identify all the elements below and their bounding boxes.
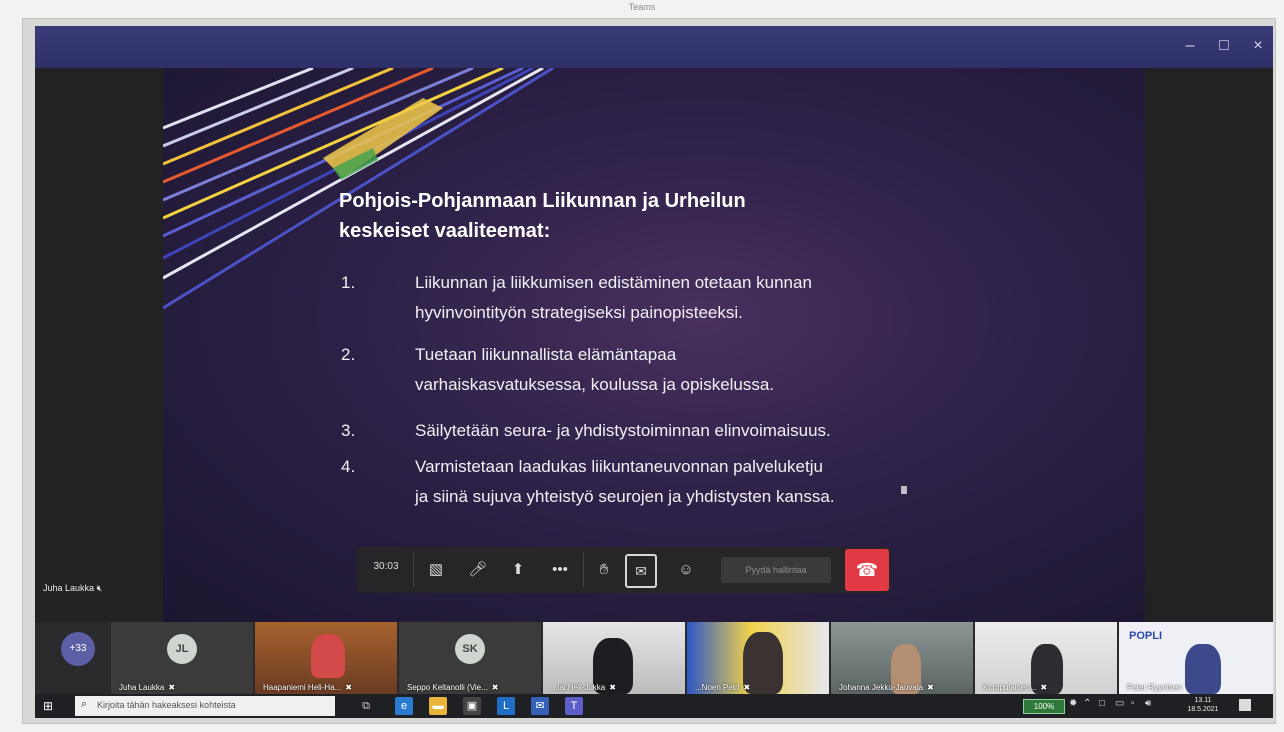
edge-icon[interactable]: e: [395, 697, 413, 715]
participant-name: Kumpulainen...: [983, 683, 1037, 692]
participant-name: Johanna Jekku-Jauvala: [839, 683, 924, 692]
presentation-slide: Pohjois-Pohjanmaan Liikunnan ja Urheilun…: [163, 68, 1145, 622]
mic-off-icon: ✖: [168, 683, 176, 692]
mic-off-icon: ✖: [609, 683, 616, 692]
call-timer: 30:03: [373, 561, 399, 572]
task-view-icon[interactable]: ⧉: [357, 697, 375, 715]
wifi-icon[interactable]: ✹: [1069, 698, 1077, 709]
item-number: 2.: [341, 345, 356, 364]
mic-off-icon: ✖: [345, 683, 352, 692]
participant-name: Juha Laukka: [119, 683, 165, 692]
title-bar: – □ ×: [35, 26, 1273, 68]
slide-title: Pohjois-Pohjanmaan Liikunnan ja Urheilun…: [339, 186, 939, 246]
photo-caption: Teams: [628, 2, 656, 12]
mouse-cursor: [901, 486, 907, 494]
presenter-name: Juha Laukka 🔇︎: [43, 583, 103, 593]
item-number: 1.: [341, 273, 356, 292]
item-line-1: Säilytetään seura- ja yhdistystoiminnan …: [415, 421, 831, 440]
minimize-button[interactable]: –: [1177, 34, 1203, 58]
request-control-button[interactable]: Pyydä hallintaa: [721, 557, 831, 583]
battery-indicator[interactable]: 100%: [1023, 699, 1065, 714]
slide-title-line-2: keskeiset vaaliteemat:: [339, 220, 551, 242]
more-participants-badge[interactable]: +33: [61, 632, 95, 666]
avatar: JL: [167, 634, 197, 664]
meeting-controls: 30:03 ▧ 🎤︎ ⬆ ••• ✋︎ ✉ ☺ Pyydä hallintaa …: [357, 547, 891, 593]
avatar: SK: [455, 634, 485, 664]
teams-icon[interactable]: T: [565, 697, 583, 715]
item-number: 3.: [341, 421, 356, 440]
item-line-1: Liikunnan ja liikkumisen edistäminen ote…: [415, 273, 812, 292]
teams-window: – □ × Pohjois-Pohjanmaan Liikunnan ja Ur…: [35, 26, 1273, 718]
participant-name: Haapaniemi Heli-Ha...: [263, 683, 342, 692]
participants-strip: +33 JL Juha Laukka ✖ Haapaniemi Heli-Ha..…: [35, 622, 1273, 694]
mic-off-icon: ✖: [491, 683, 499, 692]
participant-tile[interactable]: JL Juha Laukka ✖: [111, 622, 253, 694]
more-actions-button[interactable]: •••: [545, 555, 575, 585]
mic-off-icon: ✖: [743, 683, 751, 692]
participant-name: ...Noen Petri: [695, 683, 740, 692]
chevron-up-icon[interactable]: ⌃: [1083, 698, 1091, 709]
network-icon[interactable]: □: [1099, 698, 1105, 709]
raise-hand-button[interactable]: ✋︎: [589, 555, 619, 585]
item-line-2: ja siinä sujuva yhteistyö seurojen ja yh…: [415, 487, 835, 506]
mic-off-icon: ✖: [927, 683, 934, 692]
taskbar-clock[interactable]: 13.11 18.5.2021: [1183, 696, 1223, 714]
search-icon: ⌕: [81, 698, 88, 710]
display-icon[interactable]: ▫: [1131, 698, 1135, 709]
slide-title-line-1: Pohjois-Pohjanmaan Liikunnan ja Urheilun: [339, 190, 746, 212]
participant-name: Peter Ryyninen: [1127, 683, 1182, 692]
participants-button[interactable]: ☺: [671, 555, 701, 585]
mic-off-icon: 🔇︎: [96, 583, 103, 593]
windows-taskbar: ⊞ ⌕ Kirjoita tähän hakeaksesi kohteista …: [35, 694, 1273, 718]
search-placeholder: Kirjoita tähän hakeaksesi kohteista: [97, 700, 236, 710]
monitor-icon[interactable]: ▭: [1115, 698, 1124, 709]
share-screen-button[interactable]: ⬆: [503, 555, 533, 585]
item-line-1: Tuetaan liikunnallista elämäntapaa: [415, 345, 677, 364]
mail-icon[interactable]: ✉: [531, 697, 549, 715]
participant-tile[interactable]: Haapaniemi Heli-Ha... ✖: [255, 622, 397, 694]
clock-date: 18.5.2021: [1187, 706, 1219, 713]
participant-tile[interactable]: SK Seppo Keltanolli (Vie... ✖: [399, 622, 541, 694]
taskbar-search[interactable]: ⌕ Kirjoita tähän hakeaksesi kohteista: [75, 696, 335, 716]
volume-icon[interactable]: 🔊︎: [1145, 698, 1151, 709]
item-line-2: hyvinvointityön strategiseksi painopiste…: [415, 303, 743, 322]
participant-tile[interactable]: ...Noen Petri ✖: [687, 622, 829, 694]
clock-time: 13.11: [1194, 697, 1212, 704]
notifications-icon[interactable]: [1239, 699, 1251, 711]
participant-tile[interactable]: POPLI Peter Ryyninen: [1119, 622, 1273, 694]
store-icon[interactable]: ▣: [463, 697, 481, 715]
file-explorer-icon[interactable]: ▬: [429, 697, 447, 715]
toolbar-divider: [413, 553, 414, 587]
item-line-1: Varmistetaan laadukas liikuntaneuvonnan …: [415, 457, 823, 476]
participant-tile[interactable]: Kumpulainen... ✖: [975, 622, 1117, 694]
participant-name: ...ial Heli-Jukka: [551, 683, 606, 692]
participant-video: [1185, 644, 1221, 694]
outlook-icon[interactable]: L: [497, 697, 515, 715]
camera-off-button[interactable]: ▧: [421, 555, 451, 585]
hang-up-button[interactable]: ☎︎: [845, 549, 889, 591]
participant-tile[interactable]: Johanna Jekku-Jauvala ✖: [831, 622, 973, 694]
close-button[interactable]: ×: [1245, 34, 1271, 58]
maximize-button[interactable]: □: [1211, 34, 1237, 58]
mic-off-icon: ✖: [1040, 683, 1048, 692]
participant-name: Seppo Keltanolli (Vie...: [407, 683, 488, 692]
chat-button[interactable]: ✉: [625, 554, 657, 588]
toolbar-divider: [583, 553, 584, 587]
mic-button[interactable]: 🎤︎: [463, 555, 493, 585]
item-number: 4.: [341, 457, 356, 476]
participant-video: [311, 634, 345, 678]
shared-screen-stage: Pohjois-Pohjanmaan Liikunnan ja Urheilun…: [35, 68, 1273, 622]
item-line-2: varhaiskasvatuksessa, koulussa ja opiske…: [415, 375, 775, 394]
participant-tile[interactable]: ...ial Heli-Jukka ✖: [543, 622, 685, 694]
windows-start-icon[interactable]: ⊞: [43, 699, 57, 713]
popli-logo: POPLI: [1129, 630, 1163, 642]
